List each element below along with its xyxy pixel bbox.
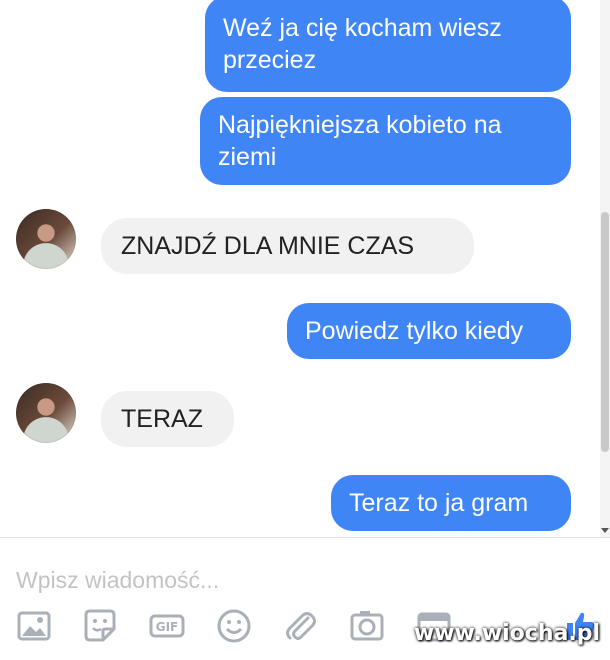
attachment-icon[interactable] bbox=[280, 606, 320, 646]
composer-divider bbox=[0, 537, 610, 538]
message-text: Powiedz tylko kiedy bbox=[305, 317, 524, 345]
message-list[interactable]: Weź ja cię kocham wiesz przeciez Najpięk… bbox=[0, 0, 610, 537]
emoji-icon[interactable] bbox=[214, 606, 254, 646]
contact-avatar[interactable] bbox=[16, 383, 76, 443]
message-outgoing: Teraz to ja gram bbox=[331, 475, 571, 531]
message-text: ZNAJDŹ DLA MNIE CZAS bbox=[121, 232, 415, 260]
message-outgoing: Najpiękniejsza kobieto na ziemi bbox=[200, 97, 571, 185]
message-text: Teraz to ja gram bbox=[349, 489, 529, 517]
contact-avatar[interactable] bbox=[16, 209, 76, 269]
message-outgoing: Powiedz tylko kiedy bbox=[287, 303, 571, 359]
message-text: Weź ja cię kocham wiesz przeciez bbox=[223, 14, 502, 74]
message-incoming: ZNAJDŹ DLA MNIE CZAS bbox=[101, 218, 474, 274]
message-text: TERAZ bbox=[121, 405, 203, 433]
scrollbar[interactable] bbox=[600, 0, 610, 537]
message-text: Najpiękniejsza kobieto na ziemi bbox=[218, 111, 502, 171]
message-outgoing: Weź ja cię kocham wiesz przeciez bbox=[205, 0, 571, 92]
gif-label: GIF bbox=[156, 620, 179, 634]
gif-icon[interactable]: GIF bbox=[147, 606, 187, 646]
sticker-icon[interactable] bbox=[80, 606, 120, 646]
camera-icon[interactable] bbox=[347, 606, 387, 646]
image-icon[interactable] bbox=[14, 606, 54, 646]
watermark: www.wiocha.pl bbox=[413, 621, 600, 646]
message-input[interactable]: Wpisz wiadomość... bbox=[16, 565, 576, 595]
message-incoming: TERAZ bbox=[101, 391, 234, 447]
scroll-down-arrow-icon[interactable] bbox=[601, 528, 609, 533]
scrollbar-thumb[interactable] bbox=[601, 212, 609, 452]
